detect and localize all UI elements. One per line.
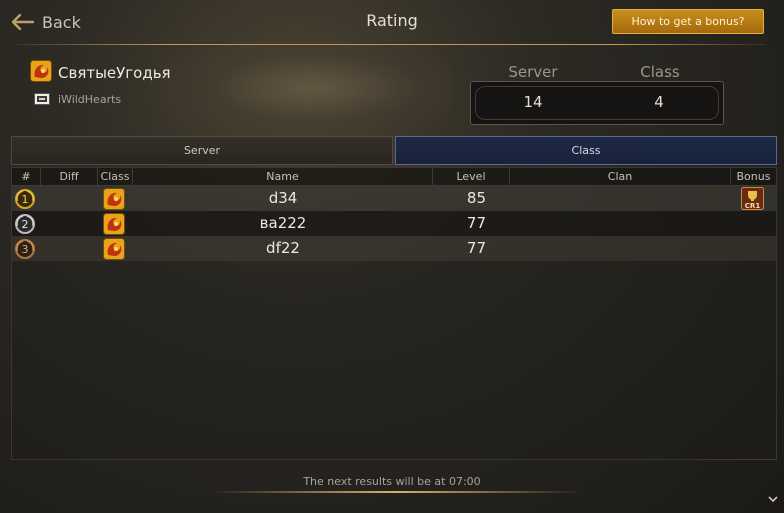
clan-cell bbox=[510, 236, 731, 261]
clan-cell bbox=[510, 211, 731, 236]
name-cell: df22 bbox=[266, 239, 300, 257]
diff-cell bbox=[41, 186, 98, 211]
name-cell: ва222 bbox=[259, 214, 307, 232]
table-header: # Diff Class Name Level Clan Bonus bbox=[12, 168, 776, 186]
header-divider bbox=[14, 44, 766, 45]
silver-medal-icon: 2 bbox=[15, 214, 35, 234]
rating-table: # Diff Class Name Level Clan Bonus 1 d34… bbox=[11, 167, 777, 460]
how-to-get-bonus-button[interactable]: How to get a bonus? bbox=[612, 9, 764, 34]
column-diff: Diff bbox=[41, 168, 98, 185]
tab-class[interactable]: Class bbox=[395, 136, 777, 165]
column-clan: Clan bbox=[510, 168, 731, 185]
tab-server[interactable]: Server bbox=[11, 136, 393, 165]
column-level: Level bbox=[433, 168, 510, 185]
chevron-down-icon[interactable] bbox=[768, 494, 778, 504]
level-cell: 77 bbox=[466, 214, 486, 232]
account-name: iWildHearts bbox=[58, 93, 122, 106]
svg-text:3: 3 bbox=[22, 243, 29, 256]
server-rank-value: 14 bbox=[523, 93, 543, 111]
level-cell: 77 bbox=[466, 239, 486, 257]
footer-divider bbox=[210, 491, 582, 493]
clan-crest-icon bbox=[34, 93, 50, 105]
svg-text:1: 1 bbox=[22, 193, 29, 206]
class-emblem-icon bbox=[103, 238, 125, 260]
table-row[interactable]: 1 d34 85 CR1 bbox=[12, 186, 776, 211]
player-name: СвятыеУгодья bbox=[58, 64, 171, 82]
table-row[interactable]: 2 ва222 77 bbox=[12, 211, 776, 236]
bronze-medal-icon: 3 bbox=[15, 239, 35, 259]
class-emblem-icon bbox=[30, 60, 52, 82]
class-emblem-icon bbox=[103, 188, 125, 210]
column-name: Name bbox=[133, 168, 433, 185]
server-rank-label: Server bbox=[508, 63, 558, 81]
hero-backdrop bbox=[150, 45, 450, 140]
diff-cell bbox=[41, 211, 98, 236]
class-emblem-icon bbox=[103, 213, 125, 235]
name-cell: d34 bbox=[268, 189, 298, 207]
gold-medal-icon: 1 bbox=[15, 189, 35, 209]
class-rank-label: Class bbox=[640, 63, 680, 81]
column-bonus: Bonus bbox=[736, 170, 771, 183]
svg-text:2: 2 bbox=[22, 218, 29, 231]
column-class: Class bbox=[98, 168, 133, 185]
next-results-text: The next results will be at 07:00 bbox=[303, 475, 481, 488]
trophy-bonus-icon[interactable]: CR1 bbox=[741, 187, 764, 210]
rating-window: Back Rating How to get a bonus? СвятыеУг… bbox=[0, 0, 784, 513]
svg-text:CR1: CR1 bbox=[745, 202, 761, 210]
diff-cell bbox=[41, 236, 98, 261]
clan-cell bbox=[510, 186, 731, 211]
column-rank: # bbox=[12, 168, 41, 185]
top-bar: Back Rating How to get a bonus? bbox=[0, 0, 784, 44]
table-row[interactable]: 3 df22 77 bbox=[12, 236, 776, 261]
level-cell: 85 bbox=[466, 189, 486, 207]
class-rank-value: 4 bbox=[654, 93, 664, 111]
